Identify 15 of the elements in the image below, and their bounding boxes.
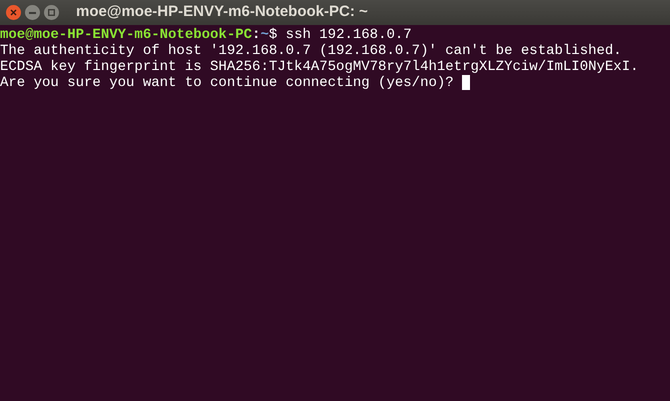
minimize-button[interactable]: [25, 5, 40, 20]
maximize-icon: [48, 9, 55, 16]
minimize-icon: [29, 12, 36, 14]
prompt-path: ~: [260, 27, 269, 43]
prompt-symbol: $: [268, 27, 278, 43]
window-title: moe@moe-HP-ENVY-m6-Notebook-PC: ~: [76, 2, 368, 22]
output-line: ECDSA key fingerprint is SHA256:TJtk4A75ogMV78ry7l4h1etrgXLZYciw/ImLI0NyExI.: [0, 59, 639, 75]
prompt-separator: :: [252, 27, 260, 43]
command-text: ssh 192.168.0.7: [286, 27, 412, 43]
maximize-button[interactable]: [44, 5, 59, 20]
close-icon: [10, 9, 17, 16]
output-line: The authenticity of host '192.168.0.7 (192.168.0.7)' can't be established.: [0, 43, 622, 59]
output-line: Are you sure you want to continue connecting (yes/no)?: [0, 75, 454, 91]
prompt-user-host: moe@moe-HP-ENVY-m6-Notebook-PC: [0, 27, 252, 43]
close-button[interactable]: [6, 5, 21, 20]
